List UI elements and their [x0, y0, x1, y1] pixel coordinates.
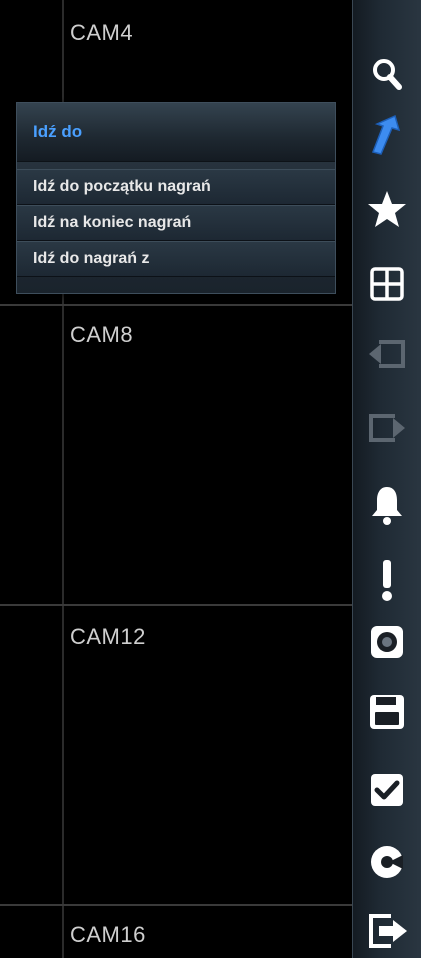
previous-page-button[interactable]	[359, 330, 415, 378]
camera-label-cam16: CAM16	[70, 922, 146, 947]
menu-item-go-to-end[interactable]: Idź na koniec nagrań	[17, 205, 335, 241]
bell-icon	[372, 487, 402, 525]
checkbox-icon	[371, 774, 403, 806]
next-page-icon	[369, 414, 405, 442]
snapshot-button[interactable]	[359, 618, 415, 666]
alarm-button[interactable]	[359, 482, 415, 530]
search-button[interactable]	[359, 50, 415, 98]
previous-page-icon	[369, 340, 405, 368]
camera-label-cam12: CAM12	[70, 624, 146, 649]
playback-button[interactable]	[359, 838, 415, 886]
grid-layout-icon	[370, 267, 404, 301]
exit-icon	[369, 914, 407, 948]
goto-menu-title: Idź do	[33, 122, 83, 141]
goto-menu: Idź do Idź do początku nagrań Idź na kon…	[16, 102, 336, 294]
star-icon	[368, 191, 406, 227]
right-toolbar	[352, 0, 421, 958]
grid-divider-horizontal	[0, 604, 352, 606]
event-log-button[interactable]	[359, 556, 415, 604]
menu-item-label: Idź do początku nagrań	[33, 178, 211, 195]
exit-button[interactable]	[359, 906, 415, 954]
menu-item-go-to-time[interactable]: Idź do nagrań z	[17, 241, 335, 277]
favorites-button[interactable]	[359, 186, 415, 234]
layout-button[interactable]	[359, 260, 415, 308]
select-button[interactable]	[359, 766, 415, 814]
grid-divider-horizontal	[0, 904, 352, 906]
goto-arrow-icon	[371, 114, 401, 155]
snapshot-camera-icon	[371, 626, 403, 658]
save-button[interactable]	[359, 688, 415, 736]
grid-divider-horizontal	[0, 304, 352, 306]
camera-label-cam4: CAM4	[70, 20, 134, 45]
goto-menu-header: Idź do	[17, 103, 335, 162]
playback-icon	[371, 846, 403, 878]
camera-label-cam8: CAM8	[70, 322, 134, 347]
exclamation-icon	[382, 560, 392, 601]
menu-item-label: Idź do nagrań z	[33, 250, 150, 267]
next-page-button[interactable]	[359, 404, 415, 452]
goto-button[interactable]	[359, 112, 415, 160]
menu-item-label: Idź na koniec nagrań	[33, 214, 192, 231]
menu-item-go-to-start[interactable]: Idź do początku nagrań	[17, 169, 335, 205]
save-disk-icon	[370, 695, 404, 729]
search-icon	[373, 59, 402, 90]
